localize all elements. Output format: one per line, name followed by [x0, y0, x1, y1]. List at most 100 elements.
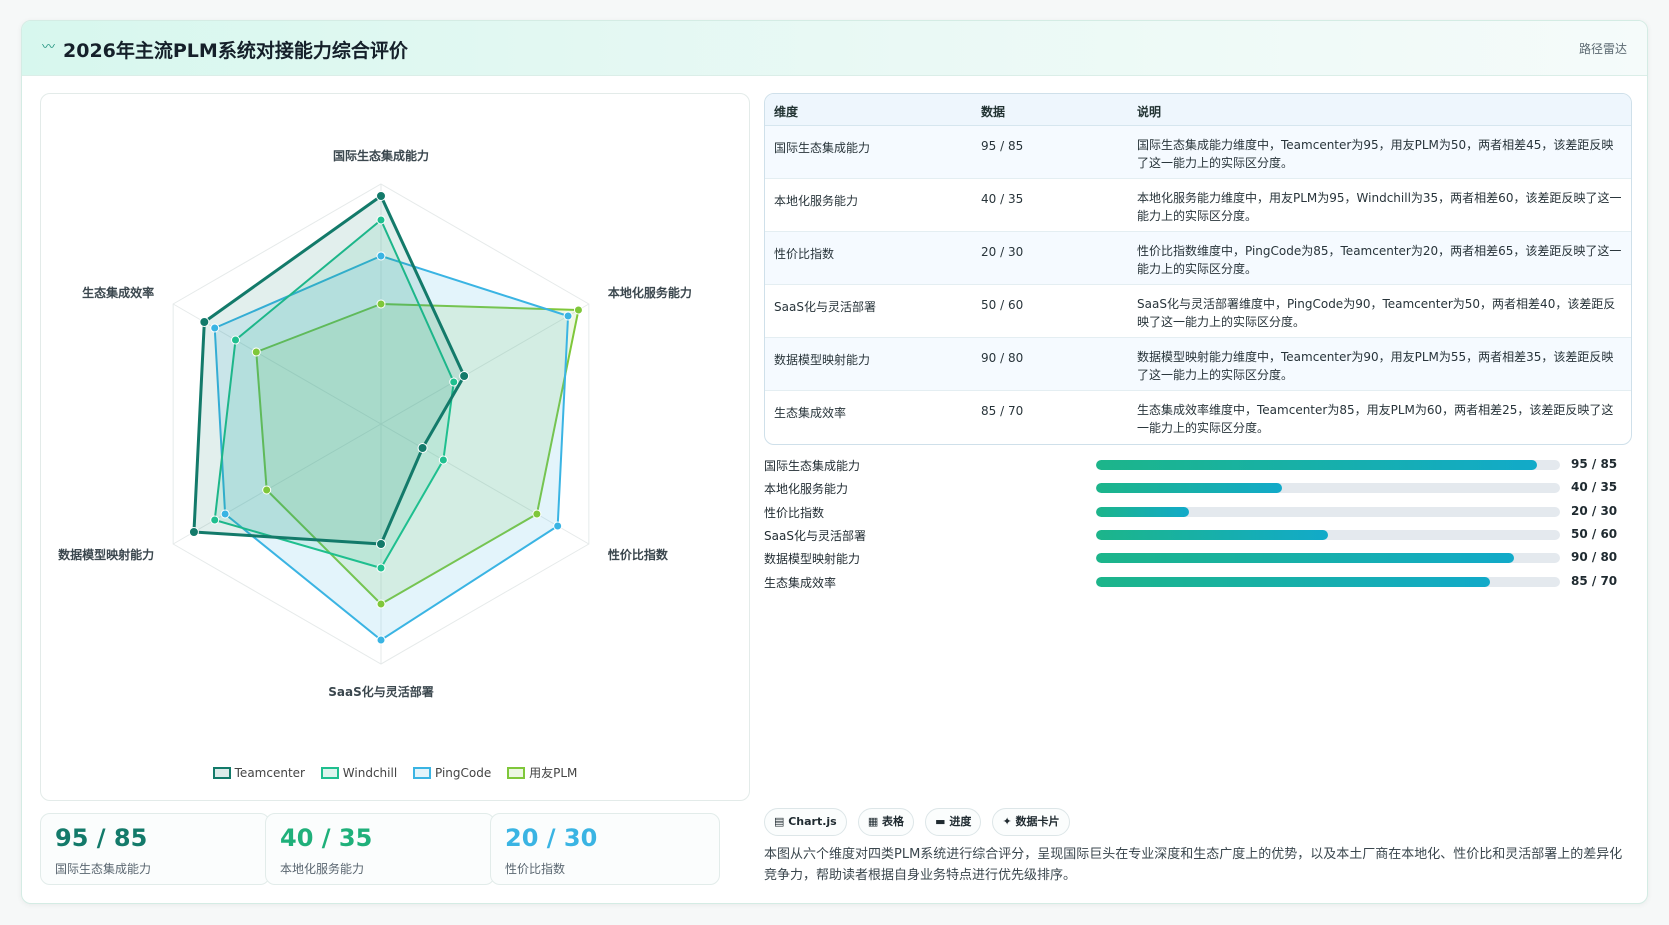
cell-dimension: 性价比指数 — [774, 247, 835, 261]
radar-point — [438, 455, 448, 465]
cell-dimension: 生态集成效率 — [774, 406, 847, 420]
cell-note: SaaS化与灵活部署维度中，PingCode为90，Teamcenter为50，… — [1137, 297, 1616, 329]
radar-point — [376, 299, 386, 309]
legend-item-yongyou[interactable]: 用友PLM — [507, 764, 577, 781]
radar-point — [376, 215, 386, 225]
cell-data: 95 / 85 — [981, 139, 1024, 153]
progress-fill — [1096, 506, 1189, 517]
progress-value: 85 / 70 — [1571, 573, 1618, 588]
description: 本图从六个维度对四类PLM系统进行综合评分，呈现国际巨头在专业深度和生态广度上的… — [764, 847, 1623, 883]
radar-point — [376, 539, 386, 549]
cell-data: 20 / 30 — [981, 245, 1024, 259]
stat-label: 性价比指数 — [505, 862, 566, 876]
radar-point — [376, 563, 386, 573]
progress-row: 本地化服务能力 40 / 35 — [764, 478, 1632, 498]
col-header: 说明 — [1137, 105, 1162, 119]
progress-fill — [1096, 576, 1491, 587]
legend-item-pingcode[interactable]: PingCode — [413, 766, 491, 780]
cell-note: 数据模型映射能力维度中，Teamcenter为90，用友PLM为55，两者相差3… — [1137, 350, 1614, 382]
cell-data: 85 / 70 — [981, 404, 1024, 418]
progress-track — [1096, 483, 1560, 494]
wave-icon: 〰 — [42, 40, 56, 55]
radar-point — [376, 635, 386, 645]
progress-track — [1096, 506, 1560, 517]
radar-axis-label: 数据模型映射能力 — [58, 547, 154, 562]
progress-row: 生态集成效率 85 / 70 — [764, 572, 1632, 592]
radar-point — [459, 371, 470, 381]
cell-note: 本地化服务能力维度中，用友PLM为95，Windchill为35，两者相差60，… — [1137, 191, 1622, 223]
legend-swatch — [320, 767, 339, 779]
radar-axis-label: 生态集成效率 — [82, 285, 154, 300]
progress-label: 生态集成效率 — [764, 575, 837, 590]
cell-dimension: 本地化服务能力 — [774, 194, 859, 208]
radar-panel: 国际生态集成能力 本地化服务能力 性价比指数 SaaS化与灵活部署 数据模型映射能力 生态… — [40, 93, 750, 801]
header-tag: 路径雷达 — [1578, 42, 1627, 56]
progress-row: 数据模型映射能力 90 / 80 — [764, 548, 1632, 568]
radar-point — [417, 443, 428, 453]
col-header: 数据 — [981, 105, 1006, 119]
radar-point — [188, 527, 199, 537]
progress-row: SaaS化与灵活部署 50 / 60 — [764, 525, 1632, 545]
table-header: 维度 数据 说明 — [765, 94, 1631, 126]
cell-data: 50 / 60 — [981, 298, 1024, 312]
cell-dimension: 国际生态集成能力 — [774, 141, 871, 155]
stat-card: 40 / 35 本地化服务能力 — [265, 813, 495, 885]
progress-value: 50 / 60 — [1571, 526, 1618, 541]
progress-row: 国际生态集成能力 95 / 85 — [764, 455, 1632, 475]
stat-card: 20 / 30 性价比指数 — [490, 813, 720, 885]
legend-label: Windchill — [342, 766, 398, 780]
progress-fill — [1096, 529, 1328, 540]
tech-chips: ▤ Chart.js ▦ 表格 ▬ 进度 ✦ 数据卡片 — [764, 808, 1076, 836]
radar-point — [449, 377, 459, 387]
cell-note: 国际生态集成能力维度中，Teamcenter为95，用友PLM为50，两者相差4… — [1137, 138, 1614, 170]
legend-label: 用友PLM — [529, 766, 578, 780]
chart-legend: Teamcenter Windchill PingCode 用友PLM — [41, 764, 749, 781]
stat-value: 40 / 35 — [280, 824, 373, 852]
radar-point — [553, 521, 563, 531]
radar-point — [573, 305, 583, 315]
cell-dimension: 数据模型映射能力 — [774, 353, 871, 367]
progress-value: 90 / 80 — [1571, 550, 1618, 565]
radar-point — [262, 485, 272, 495]
cell-note: 性价比指数维度中，PingCode为85，Teamcenter为20，两者相差6… — [1137, 244, 1622, 276]
stat-value: 95 / 85 — [55, 824, 148, 852]
col-header: 维度 — [774, 105, 799, 119]
cell-data: 90 / 80 — [981, 351, 1024, 365]
progress-value: 20 / 30 — [1571, 503, 1618, 518]
progress-fill — [1096, 483, 1282, 494]
main-card: 〰 2026年主流PLM系统对接能力综合评价 路径雷达 国际生态集成能力 本地化服… — [21, 20, 1648, 904]
progress-label: 性价比指数 — [764, 505, 825, 520]
progress-track — [1096, 460, 1560, 470]
legend-item-windchill[interactable]: Windchill — [320, 766, 398, 780]
progress-label: 国际生态集成能力 — [764, 459, 861, 473]
radar-point — [376, 251, 386, 261]
chip-chartjs[interactable]: ▤ Chart.js — [764, 808, 847, 836]
cell-dimension: SaaS化与灵活部署 — [774, 300, 876, 314]
stat-label: 国际生态集成能力 — [55, 862, 152, 876]
radar-point — [532, 509, 542, 519]
radar-point — [376, 599, 386, 609]
legend-label: Teamcenter — [234, 766, 305, 780]
progress-fill — [1096, 553, 1514, 564]
radar-axis-label: SaaS化与灵活部署 — [328, 684, 433, 699]
legend-swatch — [212, 767, 231, 779]
radar-axis-label: 本地化服务能力 — [608, 285, 692, 300]
chip-data-card[interactable]: ✦ 数据卡片 — [992, 808, 1070, 836]
progress-label: 数据模型映射能力 — [764, 552, 861, 567]
progress-label: SaaS化与灵活部署 — [764, 528, 866, 543]
progress-value: 95 / 85 — [1571, 457, 1618, 471]
table-row: SaaS化与灵活部署 50 / 60 SaaS化与灵活部署维度中，PingCod… — [765, 285, 1631, 338]
stat-label: 本地化服务能力 — [280, 862, 365, 876]
cell-data: 40 / 35 — [981, 192, 1024, 206]
progress-fill — [1096, 460, 1537, 470]
page-title: 2026年主流PLM系统对接能力综合评价 — [63, 40, 408, 62]
table-row: 国际生态集成能力 95 / 85 国际生态集成能力维度中，Teamcenter为… — [765, 126, 1631, 179]
chip-table[interactable]: ▦ 表格 — [857, 808, 915, 836]
radar-point — [210, 323, 220, 333]
radar-axis-label: 性价比指数 — [607, 547, 669, 562]
progress-row: 性价比指数 20 / 30 — [764, 502, 1632, 522]
radar-point — [199, 317, 210, 327]
legend-item-teamcenter[interactable]: Teamcenter — [212, 766, 305, 780]
chip-progress[interactable]: ▬ 进度 — [925, 808, 982, 836]
legend-label: PingCode — [435, 766, 492, 780]
